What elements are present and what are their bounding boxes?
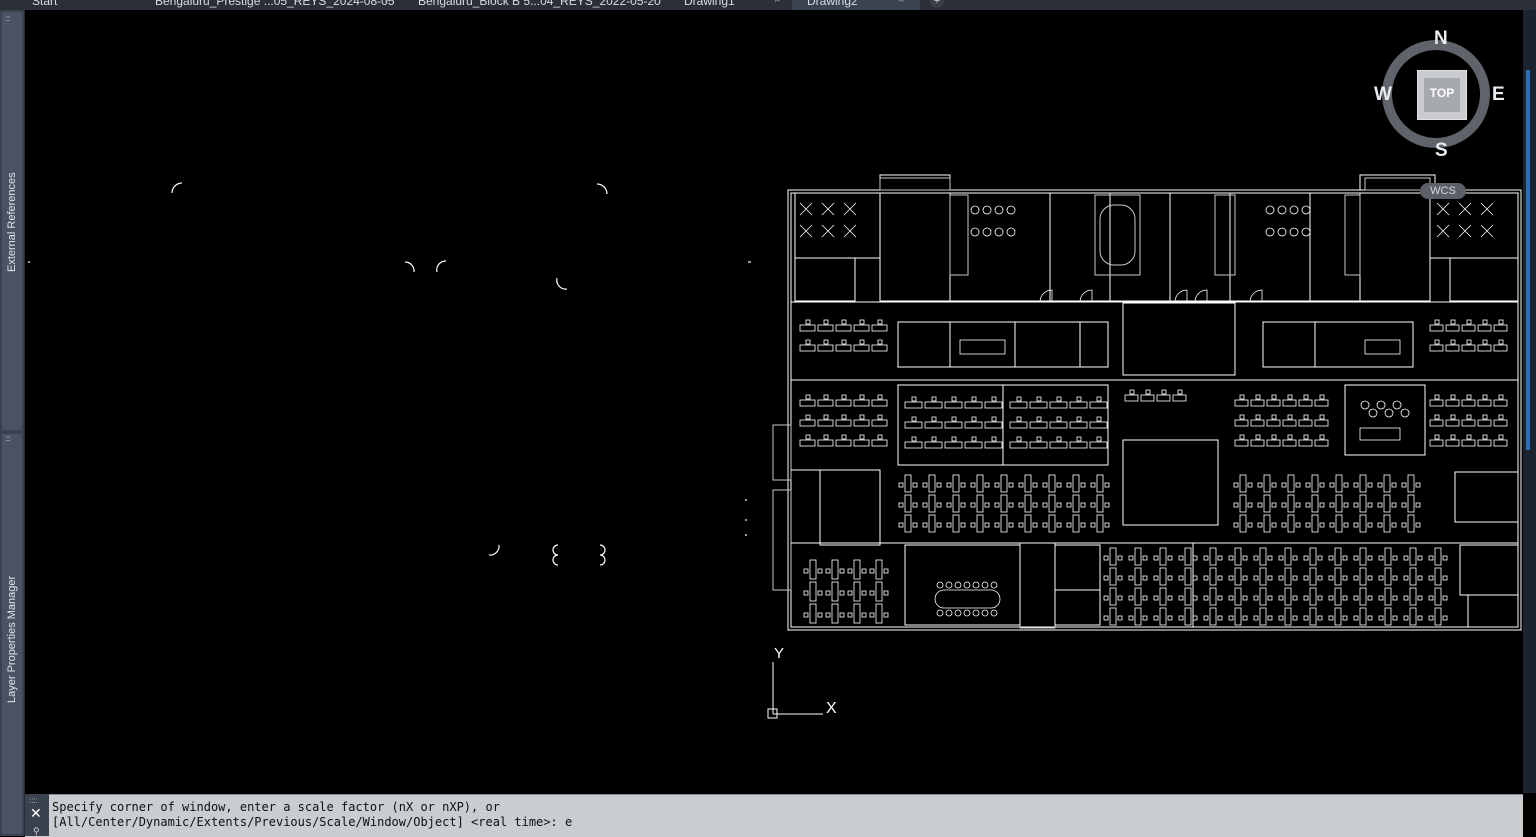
ucs-x-label: X [826, 700, 837, 717]
close-icon[interactable]: ✕ [30, 806, 42, 822]
tab-label: Start [32, 0, 58, 8]
palette-grip-icon[interactable]: :::: [5, 15, 19, 23]
navigation-accent [1526, 70, 1530, 450]
stray-geometry [28, 182, 751, 566]
ucs-y-label: Y [774, 645, 784, 662]
compass-west[interactable]: W [1374, 84, 1392, 106]
tab-drawing2[interactable]: Drawing2 × [792, 0, 920, 10]
document-tab-bar: Start Bengaluru_Prestige ...05_REYS_2024… [0, 0, 1536, 10]
viewcube-top-label[interactable]: TOP [1417, 86, 1467, 100]
tab-close-icon[interactable]: × [384, 0, 390, 6]
command-history-line-1: Specify corner of window, enter a scale … [52, 800, 500, 814]
compass-north[interactable]: N [1434, 28, 1448, 50]
external-references-label[interactable]: External References [2, 162, 22, 282]
office-floor-plan [772, 174, 1522, 631]
tab-close-icon[interactable]: × [650, 0, 656, 6]
furniture-layout [799, 202, 1508, 626]
right-edge-strip [1523, 10, 1536, 793]
palette-sidebar: :::: External References :::: Layer Prop… [0, 10, 25, 836]
tab-label: Drawing1 [684, 0, 735, 8]
tab-label: Bengaluru_Block B 5...04_REYS_2022-05-20 [418, 0, 661, 8]
palette-grip-icon[interactable]: :::: [5, 435, 19, 443]
command-line-controls: :::: ✕ ⚲ [25, 794, 49, 836]
tab-label: Bengaluru_Prestige ...05_REYS_2024-08-05 [155, 0, 395, 8]
tab-label: Drawing2 [807, 0, 858, 8]
tab-start[interactable]: Start [0, 0, 140, 10]
layer-properties-manager-label[interactable]: Layer Properties Manager [2, 564, 22, 714]
tab-bengaluru-prestige[interactable]: Bengaluru_Prestige ...05_REYS_2024-08-05… [140, 0, 402, 10]
viewcube[interactable]: TOP N S E W [1370, 28, 1514, 168]
new-tab-button[interactable]: + [930, 0, 944, 8]
wcs-menu-button[interactable]: WCS [1420, 183, 1466, 199]
compass-east[interactable]: E [1492, 84, 1505, 106]
layer-properties-palette[interactable]: :::: Layer Properties Manager [2, 434, 22, 834]
command-prompt-line[interactable]: [All/Center/Dynamic/Extents/Previous/Sca… [52, 815, 572, 829]
tab-close-icon[interactable]: × [898, 0, 904, 6]
customize-icon[interactable]: ⚲ [33, 826, 40, 837]
tab-close-icon[interactable]: × [774, 0, 780, 6]
command-grip-icon[interactable]: :::: [29, 797, 45, 805]
drawing-canvas[interactable]: Y X [25, 10, 1523, 793]
tab-bengaluru-block-b[interactable]: Bengaluru_Block B 5...04_REYS_2022-05-20… [404, 0, 666, 10]
tab-drawing1[interactable]: Drawing1 × [668, 0, 790, 10]
floor-plan-drawing: Y X [28, 174, 1522, 719]
ucs-icon: Y X [767, 645, 837, 719]
compass-south[interactable]: S [1435, 140, 1448, 162]
external-references-palette[interactable]: :::: External References [2, 12, 22, 430]
